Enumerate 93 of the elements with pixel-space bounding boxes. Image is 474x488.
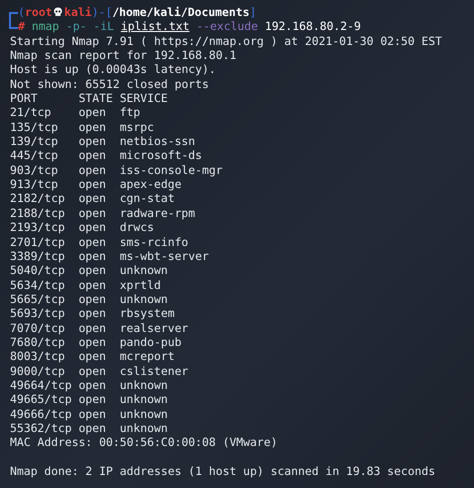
output-line: Starting Nmap 7.91 ( https://nmap.org ) at 2021-01-30 02:50 EST	[10, 34, 444, 48]
service-name: sms-rcinfo	[120, 234, 188, 249]
port-state: open	[78, 320, 107, 335]
port-number: 903/tcp	[10, 162, 60, 178]
port-state: open	[78, 220, 107, 234]
port-state: open	[78, 105, 107, 120]
port-number: 55362/tcp	[10, 420, 73, 436]
port-number: 49665/tcp	[10, 392, 73, 407]
output-line: Nmap done: 2 IP addresses (1 host up) scanned in 19.83 seconds	[10, 464, 436, 478]
prompt-symbol: #	[18, 19, 25, 34]
port-number: 7680/tcp	[10, 334, 66, 350]
port-number: 49664/tcp	[10, 378, 73, 392]
service-name: drwcs	[120, 220, 154, 234]
port-number: 5665/tcp	[10, 292, 66, 306]
port-state: open	[78, 306, 107, 321]
port-state: open	[78, 406, 107, 421]
port-number: 49666/tcp	[10, 406, 73, 421]
port-state: open	[78, 134, 107, 148]
port-number: 913/tcp	[10, 177, 60, 192]
service-name: ms-wbt-server	[120, 248, 209, 264]
prompt-host: kali	[64, 5, 92, 20]
service-name: rbsystem	[120, 306, 175, 321]
column-header: STATE	[78, 91, 114, 106]
port-state: open	[78, 392, 107, 407]
service-name: apex-edge	[120, 177, 182, 192]
output-line: Not shown: 65512 closed ports	[10, 76, 210, 92]
service-name: unknown	[120, 292, 168, 306]
skull-icon	[53, 7, 64, 18]
port-state: open	[78, 234, 107, 249]
port-number: 5693/tcp	[10, 306, 66, 321]
port-number: 445/tcp	[10, 148, 60, 163]
service-name: xprtld	[120, 278, 161, 292]
port-state: open	[78, 378, 107, 392]
port-state: open	[78, 364, 107, 378]
service-name: microsoft-ds	[120, 148, 202, 163]
prompt-user: root	[24, 5, 52, 20]
port-number: 2182/tcp	[10, 191, 66, 206]
file-argument: iplist.txt	[120, 19, 190, 34]
service-name: pando-pub	[120, 334, 182, 350]
service-name: unknown	[120, 392, 168, 407]
command-option: -p-	[66, 19, 87, 34]
port-number: 8003/tcp	[10, 349, 66, 364]
port-state: open	[78, 248, 107, 264]
command-argument: 192.168.80.2-9	[264, 19, 361, 34]
port-number: 2701/tcp	[10, 234, 66, 249]
prompt-bracket: (	[18, 5, 25, 20]
command-name: nmap	[32, 19, 60, 34]
port-number: 2188/tcp	[10, 206, 66, 220]
service-name: realserver	[120, 320, 188, 335]
port-state: open	[78, 206, 107, 220]
port-state: open	[78, 263, 107, 278]
output-line: MAC Address: 00:50:56:C0:00:08 (VMware)	[10, 435, 278, 450]
current-directory: /home/kali/Documents	[112, 5, 250, 20]
service-name: unknown	[120, 406, 168, 421]
prompt-corner-line	[9, 12, 18, 29]
prompt-bracket: )-[	[92, 5, 112, 20]
service-name: unknown	[120, 378, 168, 392]
service-name: mcreport	[120, 349, 175, 364]
service-name: netbios-ssn	[120, 134, 196, 148]
column-header: PORT	[10, 91, 38, 106]
port-number: 135/tcp	[10, 120, 60, 134]
command-option: -iL	[93, 19, 114, 34]
port-number: 5040/tcp	[10, 263, 66, 278]
port-state: open	[78, 292, 107, 306]
port-state: open	[78, 349, 107, 364]
port-state: open	[78, 278, 107, 292]
port-number: 2193/tcp	[10, 220, 66, 234]
port-state: open	[78, 162, 107, 178]
port-number: 7070/tcp	[10, 320, 66, 335]
port-state: open	[78, 191, 107, 206]
prompt-bracket: ]	[249, 5, 256, 20]
port-number: 5634/tcp	[10, 278, 66, 292]
port-number: 139/tcp	[10, 134, 60, 148]
port-state: open	[78, 334, 107, 350]
port-number: 21/tcp	[10, 105, 52, 120]
port-state: open	[78, 120, 107, 134]
service-name: unknown	[120, 420, 168, 436]
service-name: cgn-stat	[120, 191, 175, 206]
output-line: Nmap scan report for 192.168.80.1	[10, 48, 238, 62]
port-state: open	[78, 148, 107, 163]
command-option: --exclude	[196, 19, 258, 34]
port-number: 3389/tcp	[10, 248, 66, 264]
port-state: open	[78, 420, 107, 436]
service-name: radware-rpm	[120, 206, 196, 220]
service-name: cslistener	[120, 364, 188, 378]
service-name: msrpc	[120, 120, 154, 134]
column-header: SERVICE	[120, 91, 168, 106]
service-name: iss-console-mgr	[120, 162, 223, 178]
service-name: ftp	[120, 105, 140, 120]
port-state: open	[78, 177, 107, 192]
service-name: unknown	[120, 263, 168, 278]
port-number: 9000/tcp	[10, 364, 66, 378]
output-line: Host is up (0.00043s latency).	[10, 62, 217, 77]
